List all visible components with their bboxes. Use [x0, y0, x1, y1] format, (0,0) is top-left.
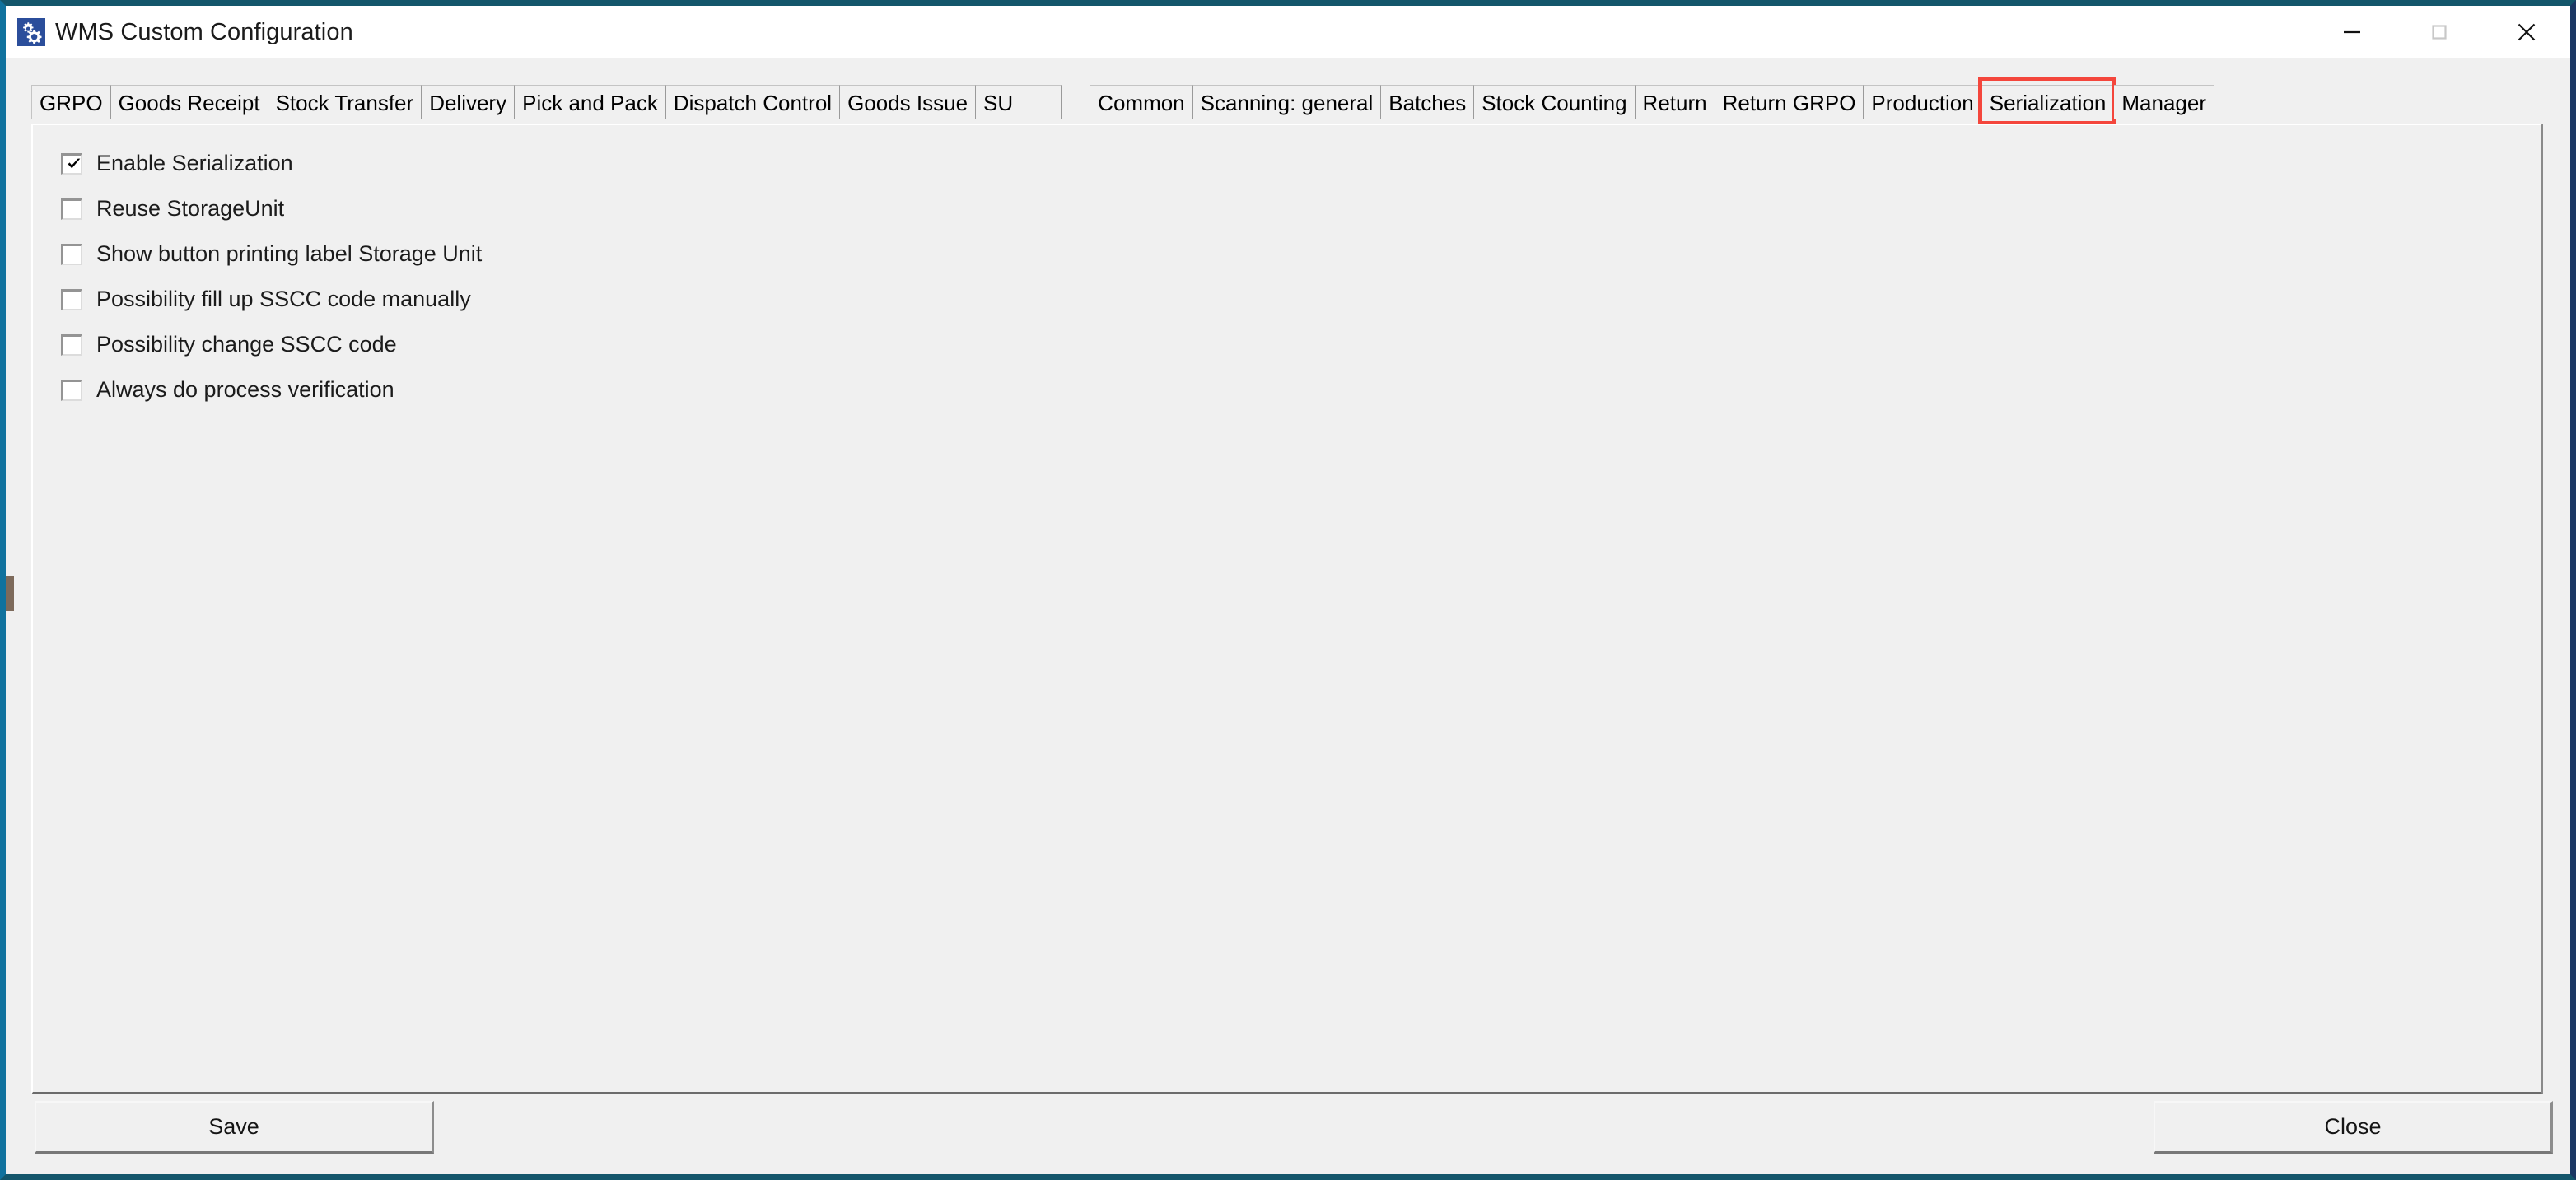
tab-label: Goods Receipt [118, 90, 260, 115]
checkbox-label: Enable Serialization [96, 151, 293, 175]
save-button[interactable]: Save [35, 1101, 434, 1154]
checkbox-label: Reuse StorageUnit [96, 196, 285, 221]
serialization-options-list: Enable Serialization Reuse StorageUnit S… [61, 141, 482, 413]
checkbox-row-possibility-change-sscc-code[interactable]: Possibility change SSCC code [61, 322, 482, 367]
wms-custom-configuration-window: WMS Custom Configuration GRPO Goods Rece… [0, 0, 2576, 1180]
checkbox-row-reuse-storageunit[interactable]: Reuse StorageUnit [61, 186, 482, 231]
background-window-sliver [6, 576, 14, 611]
tab-manager[interactable]: Manager [2114, 85, 2214, 119]
checkbox-label: Possibility fill up SSCC code manually [96, 287, 471, 311]
checkbox-show-button-printing-label-storage-unit[interactable] [61, 243, 82, 265]
tab-stock-transfer[interactable]: Stock Transfer [268, 85, 422, 119]
checkbox-always-do-process-verification[interactable] [61, 379, 82, 401]
tab-label: Batches [1388, 90, 1467, 115]
tab-label: Manager [2121, 90, 2206, 115]
tab-return[interactable]: Return [1635, 85, 1715, 119]
checkbox-enable-serialization[interactable] [61, 152, 82, 175]
checkbox-row-enable-serialization[interactable]: Enable Serialization [61, 141, 482, 186]
checkbox-label: Always do process verification [96, 377, 394, 402]
close-button[interactable]: Close [2154, 1101, 2553, 1154]
tab-grpo[interactable]: GRPO [31, 85, 111, 119]
checkmark-icon [68, 158, 81, 168]
tab-goods-issue[interactable]: Goods Issue [840, 85, 977, 119]
minimize-icon[interactable] [2308, 6, 2396, 58]
tab-common[interactable]: Common [1090, 85, 1193, 119]
window-titlebar[interactable]: WMS Custom Configuration [6, 6, 2570, 58]
window-title: WMS Custom Configuration [55, 18, 353, 45]
tab-return-grpo[interactable]: Return GRPO [1715, 85, 1864, 119]
tab-batches[interactable]: Batches [1381, 85, 1475, 119]
tab-label: Delivery [429, 90, 507, 115]
tab-label: Pick and Pack [522, 90, 658, 115]
tab-goods-receipt[interactable]: Goods Receipt [110, 85, 268, 119]
tab-label: Scanning: general [1200, 90, 1374, 115]
checkbox-label: Show button printing label Storage Unit [96, 241, 483, 266]
tab-label: Serialization [1989, 90, 2107, 115]
tab-label: SU [983, 90, 1014, 115]
checkbox-row-always-do-process-verification[interactable]: Always do process verification [61, 367, 482, 413]
tab-label: Goods Issue [847, 90, 968, 115]
tab-delivery[interactable]: Delivery [422, 85, 516, 119]
tab-scanning-general[interactable]: Scanning: general [1192, 85, 1382, 119]
configuration-tabs: GRPO Goods Receipt Stock Transfer Delive… [31, 77, 2214, 125]
serialization-settings-panel: Enable Serialization Reuse StorageUnit S… [31, 124, 2543, 1094]
dialog-footer: Save Close [6, 1098, 2570, 1174]
tab-label: Dispatch Control [673, 90, 833, 115]
checkbox-row-possibility-fill-up-sscc-code-manually[interactable]: Possibility fill up SSCC code manually [61, 277, 482, 322]
tab-pick-and-pack[interactable]: Pick and Pack [515, 85, 666, 119]
checkbox-reuse-storageunit[interactable] [61, 198, 82, 220]
tab-label: Return [1642, 90, 1707, 115]
tab-label: Return GRPO [1722, 90, 1856, 115]
checkbox-label: Possibility change SSCC code [96, 332, 397, 357]
tab-production[interactable]: Production [1864, 85, 1982, 119]
tab-label: GRPO [40, 90, 103, 115]
checkbox-possibility-fill-up-sscc-code-manually[interactable] [61, 288, 82, 310]
tab-su[interactable]: SU [976, 85, 1062, 119]
tab-label: Common [1098, 90, 1185, 115]
close-icon[interactable] [2483, 6, 2570, 58]
checkbox-possibility-change-sscc-code[interactable] [61, 333, 82, 356]
window-controls [2308, 6, 2570, 58]
tab-strip: GRPO Goods Receipt Stock Transfer Delive… [6, 58, 2570, 125]
tab-serialization[interactable]: Serialization [1977, 77, 2117, 125]
tab-stock-counting[interactable]: Stock Counting [1474, 85, 1636, 119]
tab-label: Stock Counting [1482, 90, 1627, 115]
maximize-icon[interactable] [2396, 6, 2483, 58]
checkbox-row-show-button-printing-label-storage-unit[interactable]: Show button printing label Storage Unit [61, 231, 482, 277]
tab-dispatch-control[interactable]: Dispatch Control [665, 85, 841, 119]
tab-label: Stock Transfer [275, 90, 414, 115]
gears-icon [17, 18, 45, 46]
tab-label: Production [1871, 90, 1974, 115]
